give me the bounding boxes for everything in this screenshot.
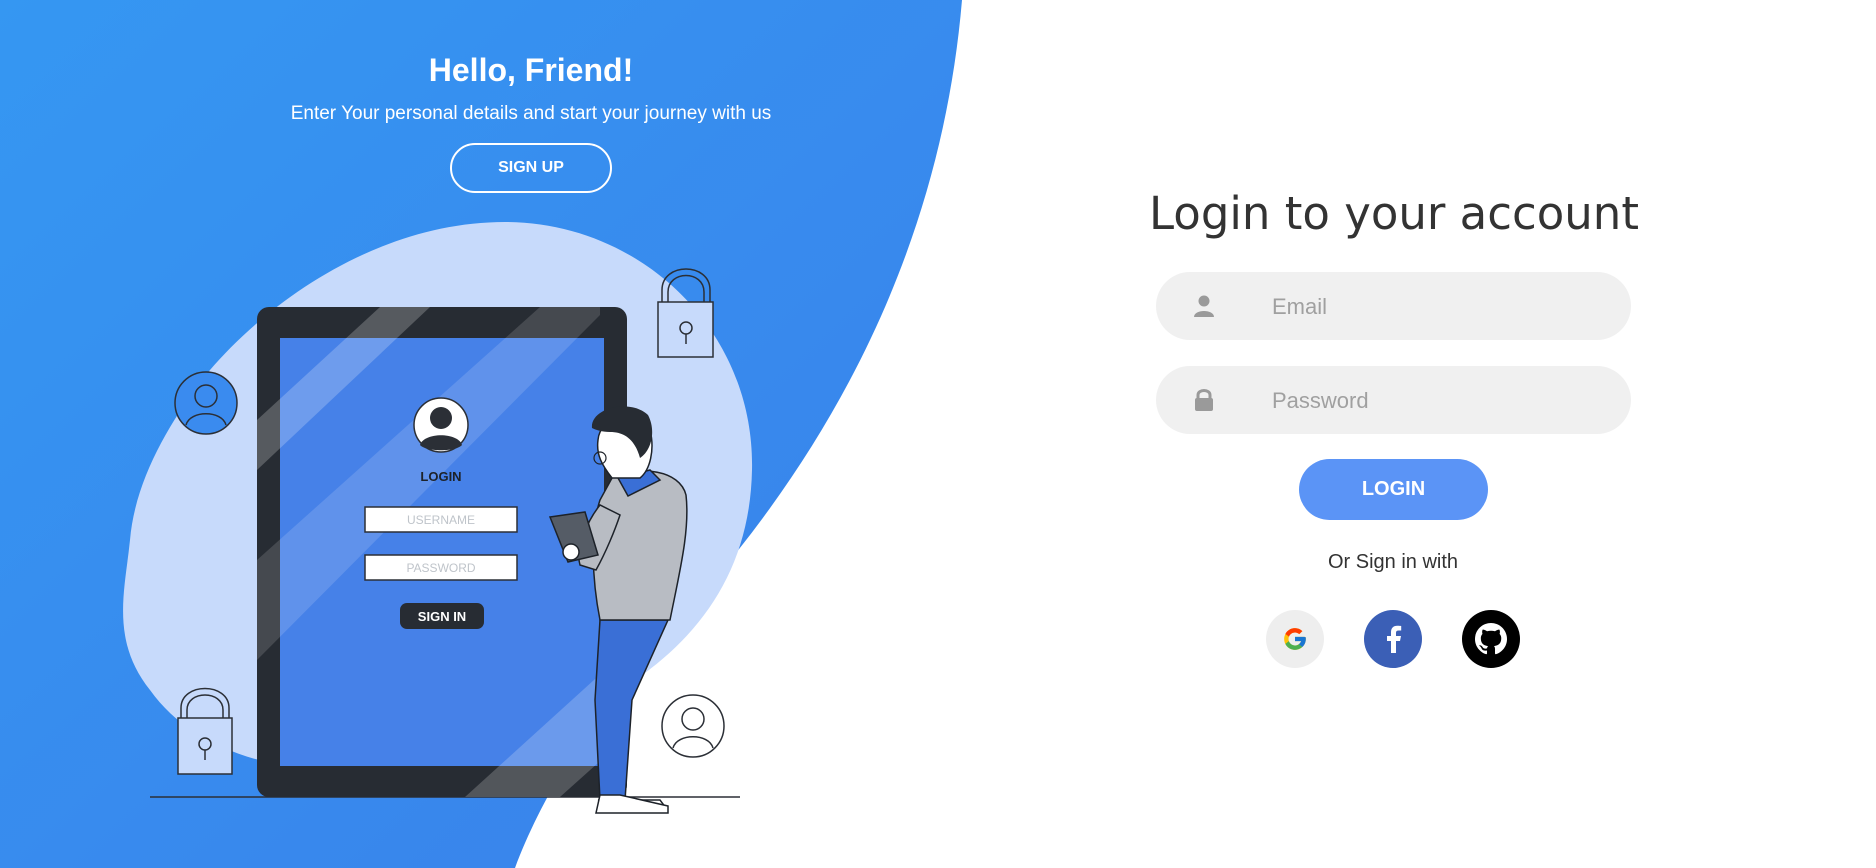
email-input[interactable] — [1270, 272, 1614, 342]
lock-icon — [1195, 389, 1213, 411]
google-signin-button[interactable] — [1266, 610, 1324, 668]
password-field-wrapper[interactable] — [1156, 366, 1631, 436]
alt-signin-text: Or Sign in with — [1327, 551, 1459, 573]
facebook-icon — [1387, 625, 1402, 653]
login-illustration: LOGIN USERNAME PASSWORD SIGN IN — [123, 222, 753, 814]
google-icon — [1284, 628, 1306, 650]
github-signin-button[interactable] — [1462, 610, 1520, 668]
login-button[interactable]: LOGIN — [1299, 459, 1488, 520]
illustration-username-field: USERNAME — [407, 513, 475, 527]
illustration-password-field: PASSWORD — [406, 561, 475, 575]
facebook-signin-button[interactable] — [1364, 610, 1422, 668]
user-icon — [1194, 295, 1214, 317]
email-field-wrapper[interactable] — [1156, 272, 1631, 342]
login-title: Login to your account — [1149, 187, 1639, 240]
user-circle-icon — [661, 694, 725, 758]
user-circle-icon — [174, 371, 238, 435]
password-input[interactable] — [1270, 366, 1614, 436]
illustration-login-label: LOGIN — [420, 469, 461, 484]
illustration-signin-button: SIGN IN — [418, 609, 466, 624]
screen-avatar-icon — [413, 397, 469, 453]
github-icon — [1475, 623, 1507, 655]
